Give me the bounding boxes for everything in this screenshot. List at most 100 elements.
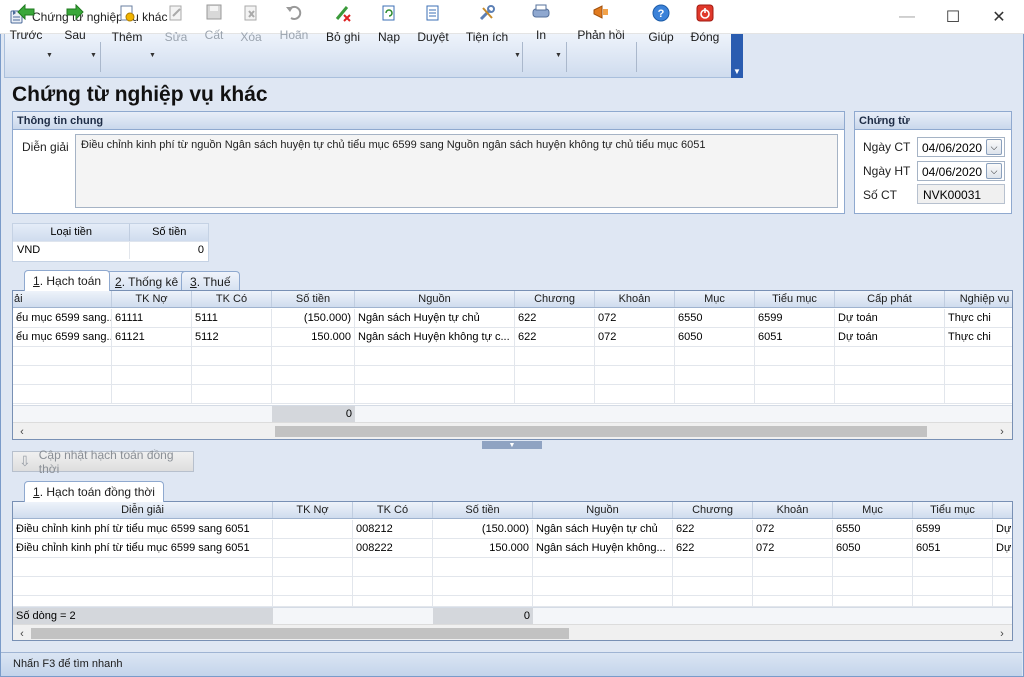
cell-allocation[interactable]: Dự (993, 520, 1012, 538)
add-dropdown-arrow[interactable]: ▼ (149, 52, 156, 59)
empty-row[interactable] (13, 366, 1012, 385)
table-row[interactable]: Điều chỉnh kinh phí từ tiểu mục 6599 san… (13, 520, 1012, 539)
cell-amount[interactable]: (150.000) (272, 309, 355, 327)
col-debit[interactable]: TK Nợ (112, 291, 192, 307)
col-source[interactable]: Nguồn (533, 502, 673, 518)
cell-amount[interactable]: 150.000 (272, 328, 355, 346)
empty-row[interactable] (13, 347, 1012, 366)
utilities-button[interactable]: Tiện ích (464, 2, 510, 44)
cell-debit[interactable]: 61111 (112, 309, 192, 327)
col-description[interactable]: Diễn giải (13, 502, 273, 518)
cell-description[interactable]: ểu mục 6599 sang... (13, 328, 112, 346)
description-field[interactable]: Điều chỉnh kinh phí từ nguồn Ngân sách h… (75, 134, 838, 208)
cell-credit[interactable]: 008222 (353, 539, 433, 557)
col-credit[interactable]: TK Có (192, 291, 272, 307)
table-row[interactable]: ểu mục 6599 sang... 61111 5111 (150.000)… (13, 309, 1012, 328)
cell-description[interactable]: Điều chỉnh kinh phí từ tiểu mục 6599 san… (13, 539, 273, 557)
scroll-right-icon[interactable]: › (994, 626, 1010, 640)
sync-accounting-button[interactable]: ⇩ Cập nhật hạch toán đồng thời (12, 448, 194, 476)
cell-section[interactable]: 6550 (833, 520, 913, 538)
feedback-button[interactable]: Phản hồi (576, 2, 626, 42)
tab-tax[interactable]: 3. Thuế (181, 271, 240, 291)
empty-row[interactable] (13, 577, 1012, 596)
date-ht-dropdown[interactable]: ⌵ (986, 163, 1002, 179)
edit-button[interactable]: Sửa (162, 2, 190, 44)
cell-source[interactable]: Ngân sách Huyện tự chủ (533, 520, 673, 538)
load-button[interactable]: Nạp (374, 2, 404, 44)
cell-credit[interactable]: 5112 (192, 328, 272, 346)
empty-row[interactable] (13, 385, 1012, 404)
scroll-thumb[interactable] (275, 426, 927, 437)
utilities-dropdown-arrow[interactable]: ▼ (514, 52, 521, 59)
cell-amount[interactable]: 150.000 (433, 539, 533, 557)
cell-debit[interactable] (273, 539, 353, 557)
tab-concurrent-accounting[interactable]: 1. Hạch toán đồng thời (24, 481, 164, 502)
currency-row[interactable]: VND 0 (13, 241, 208, 259)
tab-accounting[interactable]: 1. Hạch toán (24, 270, 111, 291)
cell-chapter[interactable]: 622 (515, 328, 595, 346)
maximize-button[interactable]: ☐ (930, 0, 976, 34)
postpone-button[interactable]: Hoãn (276, 2, 312, 42)
col-item[interactable]: Khoản (753, 502, 833, 518)
col-item[interactable]: Khoản (595, 291, 675, 307)
cell-section[interactable]: 6050 (833, 539, 913, 557)
cell-subsection[interactable]: 6051 (913, 539, 993, 557)
empty-row[interactable] (13, 596, 1012, 607)
scroll-left-icon[interactable]: ‹ (14, 626, 30, 640)
cell-subsection[interactable]: 6051 (755, 328, 835, 346)
next-button[interactable]: Sau (60, 2, 90, 42)
cell-source[interactable]: Ngân sách Huyện không tự c... (355, 328, 515, 346)
col-subsection[interactable]: Tiểu mục (755, 291, 835, 307)
col-allocation[interactable]: Cấp phát (835, 291, 945, 307)
scroll-left-icon[interactable]: ‹ (14, 424, 30, 439)
cell-amount[interactable]: (150.000) (433, 520, 533, 538)
print-button[interactable]: In (528, 2, 554, 42)
scroll-right-icon[interactable]: › (994, 424, 1010, 439)
delete-button[interactable]: Xóa (236, 2, 266, 44)
col-operation[interactable]: Nghiệp vụ (945, 291, 1012, 307)
help-button[interactable]: ? Giúp (646, 2, 676, 44)
close-form-button[interactable]: Đóng (688, 2, 722, 44)
table-row[interactable]: Điều chỉnh kinh phí từ tiểu mục 6599 san… (13, 539, 1012, 558)
minimize-button[interactable]: — (884, 0, 930, 34)
cell-description[interactable]: Điều chỉnh kinh phí từ tiểu mục 6599 san… (13, 520, 273, 538)
cell-subsection[interactable]: 6599 (913, 520, 993, 538)
cell-debit[interactable] (273, 520, 353, 538)
print-dropdown-arrow[interactable]: ▼ (555, 52, 562, 59)
cell-section[interactable]: 6550 (675, 309, 755, 327)
col-amount[interactable]: Số tiền (433, 502, 533, 518)
cell-item[interactable]: 072 (753, 539, 833, 557)
cell-allocation[interactable]: Dự toán (835, 328, 945, 346)
voucher-no-field[interactable]: NVK00031 (917, 184, 1005, 204)
cell-subsection[interactable]: 6599 (755, 309, 835, 327)
col-credit[interactable]: TK Có (353, 502, 433, 518)
cell-credit[interactable]: 008212 (353, 520, 433, 538)
col-section[interactable]: Mục (833, 502, 913, 518)
add-button[interactable]: Thêm (108, 2, 146, 44)
table-row[interactable]: ểu mục 6599 sang... 61121 5112 150.000 N… (13, 328, 1012, 347)
cell-item[interactable]: 072 (595, 328, 675, 346)
cell-chapter[interactable]: 622 (673, 520, 753, 538)
cell-chapter[interactable]: 622 (515, 309, 595, 327)
toolbar-overflow-grip[interactable]: ▼ (731, 34, 743, 78)
cell-chapter[interactable]: 622 (673, 539, 753, 557)
unpost-button[interactable]: Bỏ ghi (324, 2, 362, 44)
panel-splitter[interactable]: ▼ (482, 441, 542, 449)
cell-operation[interactable]: Thực chi (945, 309, 1012, 327)
cell-source[interactable]: Ngân sách Huyện không... (533, 539, 673, 557)
cell-operation[interactable]: Thực chi (945, 328, 1012, 346)
col-source[interactable]: Nguồn (355, 291, 515, 307)
col-chapter[interactable]: Chương (673, 502, 753, 518)
cell-item[interactable]: 072 (753, 520, 833, 538)
next-dropdown-arrow[interactable]: ▼ (90, 52, 97, 59)
col-section[interactable]: Mục (675, 291, 755, 307)
accounting-grid-scrollbar[interactable]: ‹ › (13, 422, 1012, 439)
currency-type-cell[interactable]: VND (13, 242, 131, 259)
cell-source[interactable]: Ngân sách Huyện tự chủ (355, 309, 515, 327)
cell-allocation[interactable]: Dự toán (835, 309, 945, 327)
empty-row[interactable] (13, 558, 1012, 577)
prev-dropdown-arrow[interactable]: ▼ (46, 52, 53, 59)
browse-button[interactable]: Duyệt (414, 2, 452, 44)
cell-section[interactable]: 6050 (675, 328, 755, 346)
cell-description[interactable]: ểu mục 6599 sang... (13, 309, 112, 327)
